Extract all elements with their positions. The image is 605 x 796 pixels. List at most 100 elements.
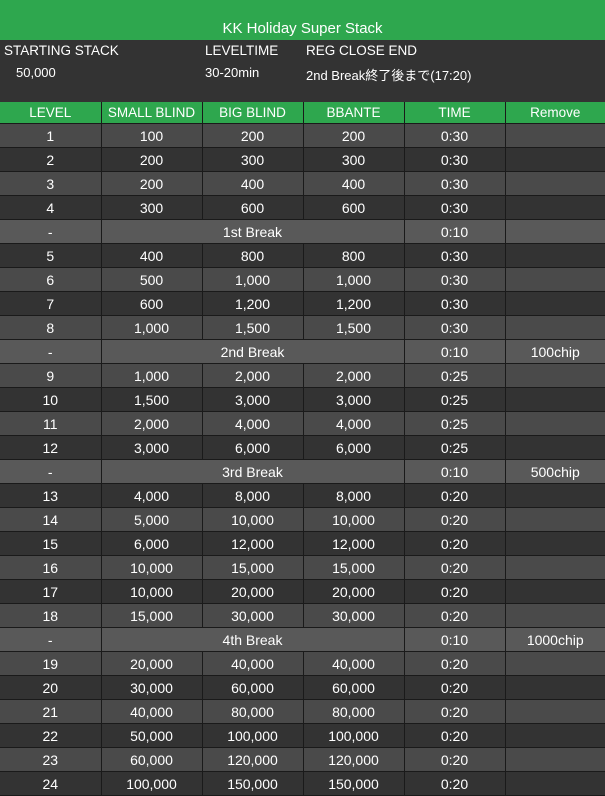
bbante-cell: 8,000 — [303, 483, 405, 508]
big-blind-cell: 60,000 — [202, 675, 304, 700]
bbante-cell: 100,000 — [303, 723, 405, 748]
time-cell: 0:20 — [404, 723, 506, 748]
table-row: 14 5,000 10,000 10,000 0:20 — [0, 507, 605, 532]
bbante-cell: 200 — [303, 123, 405, 148]
big-blind-cell: 100,000 — [202, 723, 304, 748]
blind-structure-table: LEVEL SMALL BLIND BIG BLIND BBANTE TIME … — [0, 102, 605, 796]
level-cell: 18 — [0, 603, 102, 628]
remove-cell — [505, 219, 605, 244]
bbante-cell: 400 — [303, 171, 405, 196]
remove-cell — [505, 267, 605, 292]
remove-cell — [505, 147, 605, 172]
big-blind-cell: 12,000 — [202, 531, 304, 556]
time-cell: 0:25 — [404, 411, 506, 436]
time-cell: 0:20 — [404, 747, 506, 772]
table-row: 23 60,000 120,000 120,000 0:20 — [0, 747, 605, 772]
big-blind-cell: 3,000 — [202, 387, 304, 412]
small-blind-cell: 400 — [101, 243, 203, 268]
column-header-bbante: BBANTE — [303, 102, 405, 124]
table-row: 18 15,000 30,000 30,000 0:20 — [0, 603, 605, 628]
column-header-big-blind: BIG BLIND — [202, 102, 304, 124]
small-blind-cell: 10,000 — [101, 579, 203, 604]
time-cell: 0:20 — [404, 603, 506, 628]
bbante-cell: 6,000 — [303, 435, 405, 460]
small-blind-cell: 500 — [101, 267, 203, 292]
bbante-cell: 3,000 — [303, 387, 405, 412]
big-blind-cell: 150,000 — [202, 771, 304, 796]
table-row: 4 300 600 600 0:30 — [0, 195, 605, 220]
level-cell: 11 — [0, 411, 102, 436]
bbante-cell: 15,000 — [303, 555, 405, 580]
table-row: 9 1,000 2,000 2,000 0:25 — [0, 363, 605, 388]
time-cell: 0:30 — [404, 267, 506, 292]
level-cell: 5 — [0, 243, 102, 268]
break-name-cell: 2nd Break — [101, 339, 405, 364]
big-blind-cell: 120,000 — [202, 747, 304, 772]
table-row: 24 100,000 150,000 150,000 0:20 — [0, 771, 605, 796]
small-blind-cell: 60,000 — [101, 747, 203, 772]
small-blind-cell: 40,000 — [101, 699, 203, 724]
column-header-level: LEVEL — [0, 102, 102, 124]
time-cell: 0:20 — [404, 771, 506, 796]
bbante-cell: 300 — [303, 147, 405, 172]
level-cell: 3 — [0, 171, 102, 196]
remove-cell — [505, 195, 605, 220]
bbante-cell: 12,000 — [303, 531, 405, 556]
level-cell: 24 — [0, 771, 102, 796]
table-row: 2 200 300 300 0:30 — [0, 147, 605, 172]
break-name-cell: 3rd Break — [101, 459, 405, 484]
big-blind-cell: 1,000 — [202, 267, 304, 292]
table-row: 17 10,000 20,000 20,000 0:20 — [0, 579, 605, 604]
break-row: -3rd Break 0:10 500chip — [0, 459, 605, 484]
time-cell: 0:30 — [404, 291, 506, 316]
break-name-cell: 4th Break — [101, 627, 405, 652]
table-header-row: LEVEL SMALL BLIND BIG BLIND BBANTE TIME … — [0, 102, 605, 124]
big-blind-cell: 80,000 — [202, 699, 304, 724]
bbante-cell: 600 — [303, 195, 405, 220]
bbante-cell: 80,000 — [303, 699, 405, 724]
level-cell: 10 — [0, 387, 102, 412]
big-blind-cell: 8,000 — [202, 483, 304, 508]
level-cell: - — [0, 219, 102, 244]
table-row: 16 10,000 15,000 15,000 0:20 — [0, 555, 605, 580]
small-blind-cell: 200 — [101, 171, 203, 196]
tournament-info: STARTING STACK 50,000 LEVELTIME 30-20min… — [0, 40, 605, 102]
table-row: 1 100 200 200 0:30 — [0, 123, 605, 148]
big-blind-cell: 10,000 — [202, 507, 304, 532]
column-header-small-blind: SMALL BLIND — [101, 102, 203, 124]
level-cell: 16 — [0, 555, 102, 580]
table-row: 15 6,000 12,000 12,000 0:20 — [0, 531, 605, 556]
big-blind-cell: 4,000 — [202, 411, 304, 436]
bbante-cell: 20,000 — [303, 579, 405, 604]
remove-cell — [505, 603, 605, 628]
small-blind-cell: 1,500 — [101, 387, 203, 412]
bbante-cell: 1,200 — [303, 291, 405, 316]
small-blind-cell: 100 — [101, 123, 203, 148]
time-cell: 0:30 — [404, 171, 506, 196]
small-blind-cell: 50,000 — [101, 723, 203, 748]
remove-cell — [505, 387, 605, 412]
remove-cell — [505, 771, 605, 796]
level-cell: 22 — [0, 723, 102, 748]
starting-stack-value: 50,000 — [16, 65, 56, 80]
level-cell: - — [0, 459, 102, 484]
reg-close-label: REG CLOSE END — [306, 43, 418, 58]
small-blind-cell: 20,000 — [101, 651, 203, 676]
level-time-label: LEVELTIME — [205, 43, 279, 58]
table-row: 20 30,000 60,000 60,000 0:20 — [0, 675, 605, 700]
remove-cell — [505, 747, 605, 772]
level-cell: 20 — [0, 675, 102, 700]
time-cell: 0:30 — [404, 195, 506, 220]
big-blind-cell: 2,000 — [202, 363, 304, 388]
big-blind-cell: 15,000 — [202, 555, 304, 580]
level-cell: - — [0, 339, 102, 364]
remove-cell — [505, 315, 605, 340]
small-blind-cell: 30,000 — [101, 675, 203, 700]
remove-cell — [505, 531, 605, 556]
bbante-cell: 4,000 — [303, 411, 405, 436]
remove-cell: 1000chip — [505, 627, 605, 652]
remove-cell — [505, 579, 605, 604]
bbante-cell: 120,000 — [303, 747, 405, 772]
time-cell: 0:20 — [404, 555, 506, 580]
small-blind-cell: 10,000 — [101, 555, 203, 580]
